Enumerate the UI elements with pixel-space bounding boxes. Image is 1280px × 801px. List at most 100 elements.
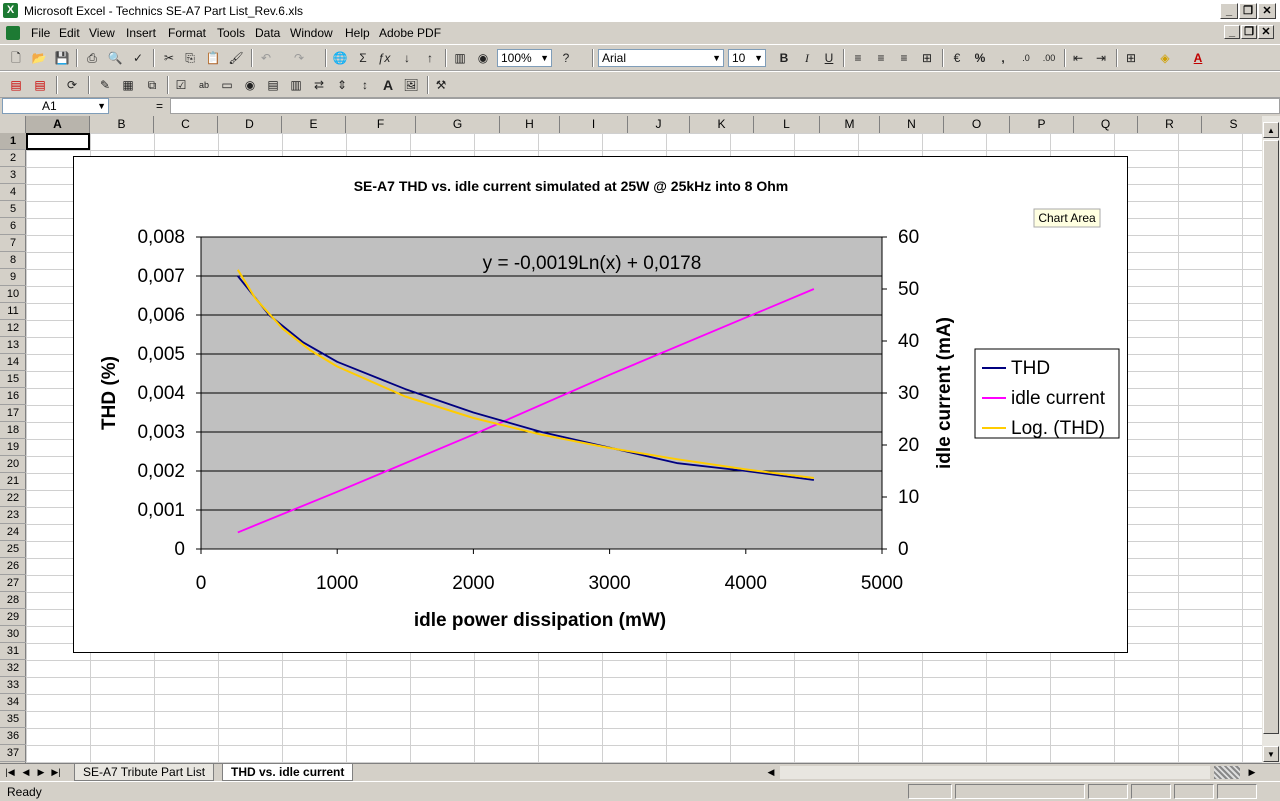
menu-adobe-pdf[interactable]: Adobe PDF	[379, 26, 441, 40]
excel-app-icon[interactable]: X	[3, 3, 18, 18]
listbox-control-icon[interactable]: ▤	[265, 77, 281, 93]
copy-icon[interactable]: ⎘	[182, 50, 198, 66]
align-center-icon[interactable]: ≡	[873, 50, 889, 66]
column-header-m[interactable]: M	[820, 116, 880, 133]
minimize-icon[interactable]: _	[1220, 3, 1238, 19]
sheet-tab-thd-chart[interactable]: THD vs. idle current	[222, 764, 354, 781]
hyperlink-icon[interactable]: 🌐	[332, 50, 348, 66]
row-header[interactable]: 25	[0, 541, 26, 558]
column-header-f[interactable]: F	[346, 116, 416, 133]
sheet-tab-part-list[interactable]: SE-A7 Tribute Part List	[74, 764, 215, 781]
row-header[interactable]: 7	[0, 235, 26, 252]
row-header[interactable]: 16	[0, 388, 26, 405]
underline-button[interactable]: U	[821, 50, 837, 66]
horizontal-scrollbar[interactable]	[780, 766, 1210, 779]
column-header-j[interactable]: J	[628, 116, 690, 133]
prev-sheet-icon[interactable]: ◀	[20, 766, 32, 779]
print-icon[interactable]: ⎙	[84, 50, 100, 66]
comma-button[interactable]: ,	[995, 50, 1011, 66]
close-icon[interactable]: ✕	[1258, 3, 1276, 19]
row-header[interactable]: 27	[0, 575, 26, 592]
help-icon[interactable]: ?	[558, 50, 574, 66]
row-header[interactable]: 10	[0, 286, 26, 303]
row-header[interactable]: 22	[0, 490, 26, 507]
edit-chart-icon[interactable]: ✎	[97, 77, 113, 93]
doc-minimize-icon[interactable]: _	[1224, 25, 1240, 39]
row-header[interactable]: 4	[0, 184, 26, 201]
row-header[interactable]: 15	[0, 371, 26, 388]
row-header[interactable]: 31	[0, 643, 26, 660]
row-header[interactable]: 2	[0, 150, 26, 167]
active-cell-a1[interactable]	[26, 133, 90, 150]
row-header[interactable]: 1	[0, 133, 26, 150]
cut-icon[interactable]: ✂	[161, 50, 177, 66]
redo-icon[interactable]: ↷	[291, 50, 307, 66]
row-header[interactable]: 26	[0, 558, 26, 575]
new-document-icon[interactable]: 🗋	[8, 50, 24, 66]
function-icon[interactable]: ƒx	[376, 50, 392, 66]
option-button-icon[interactable]: ◉	[242, 77, 258, 93]
borders-icon[interactable]: ⊞	[1123, 50, 1139, 66]
menu-edit[interactable]: Edit	[59, 26, 80, 40]
spelling-icon[interactable]: ✓	[130, 50, 146, 66]
workbook-icon[interactable]	[6, 26, 20, 40]
row-header[interactable]: 29	[0, 609, 26, 626]
row-header[interactable]: 32	[0, 660, 26, 677]
column-header-d[interactable]: D	[218, 116, 282, 133]
last-sheet-icon[interactable]: ▶|	[50, 766, 62, 779]
column-header-h[interactable]: H	[500, 116, 560, 133]
doc-restore-icon[interactable]: ❐	[1241, 25, 1257, 39]
paste-icon[interactable]: 📋	[205, 50, 221, 66]
column-header-o[interactable]: O	[944, 116, 1010, 133]
format-painter-icon[interactable]: 🖌	[228, 50, 244, 66]
menu-help[interactable]: Help	[345, 26, 370, 40]
undo-icon[interactable]: ↶	[258, 50, 274, 66]
scroll-down-icon[interactable]: ▼	[1263, 746, 1279, 762]
row-header[interactable]: 9	[0, 269, 26, 286]
pdf-convert-icon[interactable]: ▤	[8, 77, 24, 93]
fill-color-icon[interactable]: ◈	[1157, 50, 1173, 66]
italic-button[interactable]: I	[799, 50, 815, 66]
open-folder-icon[interactable]: 📂	[31, 50, 47, 66]
chart-wizard-icon[interactable]: ▥	[452, 50, 468, 66]
first-sheet-icon[interactable]: |◀	[4, 766, 16, 779]
autosum-icon[interactable]: Σ	[355, 50, 371, 66]
row-header[interactable]: 30	[0, 626, 26, 643]
chart-properties-icon[interactable]: ▦	[120, 77, 136, 93]
trendline-equation[interactable]: y = -0,0019Ln(x) + 0,0178	[483, 253, 702, 274]
row-header[interactable]: 14	[0, 354, 26, 371]
combobox-control-icon[interactable]: ▥	[288, 77, 304, 93]
row-header[interactable]: 5	[0, 201, 26, 218]
menu-insert[interactable]: Insert	[126, 26, 156, 40]
sort-descending-icon[interactable]: ↑	[422, 50, 438, 66]
hscroll-left-icon[interactable]: ◀	[763, 765, 779, 780]
align-left-icon[interactable]: ≡	[850, 50, 866, 66]
name-box[interactable]: A1 ▼	[2, 98, 109, 114]
row-header[interactable]: 20	[0, 456, 26, 473]
menu-window[interactable]: Window	[290, 26, 333, 40]
menu-file[interactable]: File	[31, 26, 50, 40]
print-preview-icon[interactable]: 🔍	[107, 50, 123, 66]
save-icon[interactable]: 💾	[54, 50, 70, 66]
column-header-i[interactable]: I	[560, 116, 628, 133]
textbox-control-icon[interactable]: ab	[196, 77, 212, 93]
menu-view[interactable]: View	[89, 26, 115, 40]
vertical-scrollbar[interactable]: ▲ ▼	[1262, 116, 1280, 763]
spinner-control-icon[interactable]: ⇕	[334, 77, 350, 93]
row-header[interactable]: 34	[0, 694, 26, 711]
increase-decimal-icon[interactable]: .0	[1018, 50, 1034, 66]
font-size-select[interactable]: 10 ▼	[728, 49, 766, 67]
column-header-b[interactable]: B	[90, 116, 154, 133]
row-header[interactable]: 28	[0, 592, 26, 609]
column-header-l[interactable]: L	[754, 116, 820, 133]
row-header[interactable]: 11	[0, 303, 26, 320]
column-header-n[interactable]: N	[880, 116, 944, 133]
decrease-decimal-icon[interactable]: .00	[1041, 50, 1057, 66]
row-header[interactable]: 13	[0, 337, 26, 354]
column-header-a[interactable]: A	[26, 116, 90, 133]
menu-tools[interactable]: Tools	[217, 26, 245, 40]
scroll-thumb[interactable]	[1263, 140, 1279, 734]
column-header-s[interactable]: S	[1202, 116, 1266, 133]
zoom-select[interactable]: 100% ▼	[497, 49, 552, 67]
row-header[interactable]: 18	[0, 422, 26, 439]
